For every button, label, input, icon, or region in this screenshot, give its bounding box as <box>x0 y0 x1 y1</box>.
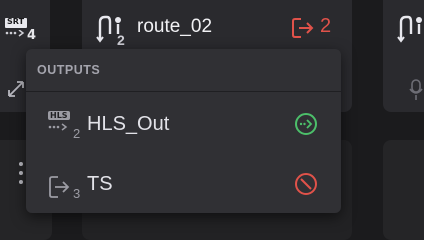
dropdown-header: OUTPUTS <box>26 49 341 92</box>
expand-icon[interactable] <box>6 79 26 99</box>
output-hls-icon <box>48 123 68 131</box>
input-count: 4 <box>27 28 37 43</box>
microphone-icon <box>409 79 423 100</box>
route-index: 2 <box>117 32 125 48</box>
output-index: 3 <box>73 186 81 201</box>
output-item-hls[interactable]: HLS 2 HLS_Out <box>26 94 341 154</box>
input-dots-icon <box>5 30 25 37</box>
route-icon-right <box>397 15 422 43</box>
hls-badge: HLS <box>48 111 70 120</box>
dropdown-title: OUTPUTS <box>37 63 101 77</box>
output-label: HLS_Out <box>87 113 170 135</box>
more-icon[interactable] <box>17 160 25 186</box>
status-active-icon[interactable] <box>294 112 318 136</box>
output-count[interactable]: 2 <box>320 15 331 38</box>
output-exit-icon <box>292 18 314 38</box>
srt-badge: SRT <box>5 17 27 28</box>
status-disabled-icon[interactable] <box>294 172 318 196</box>
output-exit-icon <box>49 176 70 198</box>
srt-badge-label: SRT <box>7 17 25 26</box>
output-label: TS <box>87 173 113 195</box>
output-item-ts[interactable]: 3 TS <box>26 154 341 214</box>
outputs-dropdown: OUTPUTS HLS 2 HLS_Out 3 TS <box>26 49 341 213</box>
output-index: 2 <box>73 126 81 141</box>
route-name[interactable]: route_02 <box>137 16 212 38</box>
card-bottom-right[interactable] <box>383 140 424 240</box>
